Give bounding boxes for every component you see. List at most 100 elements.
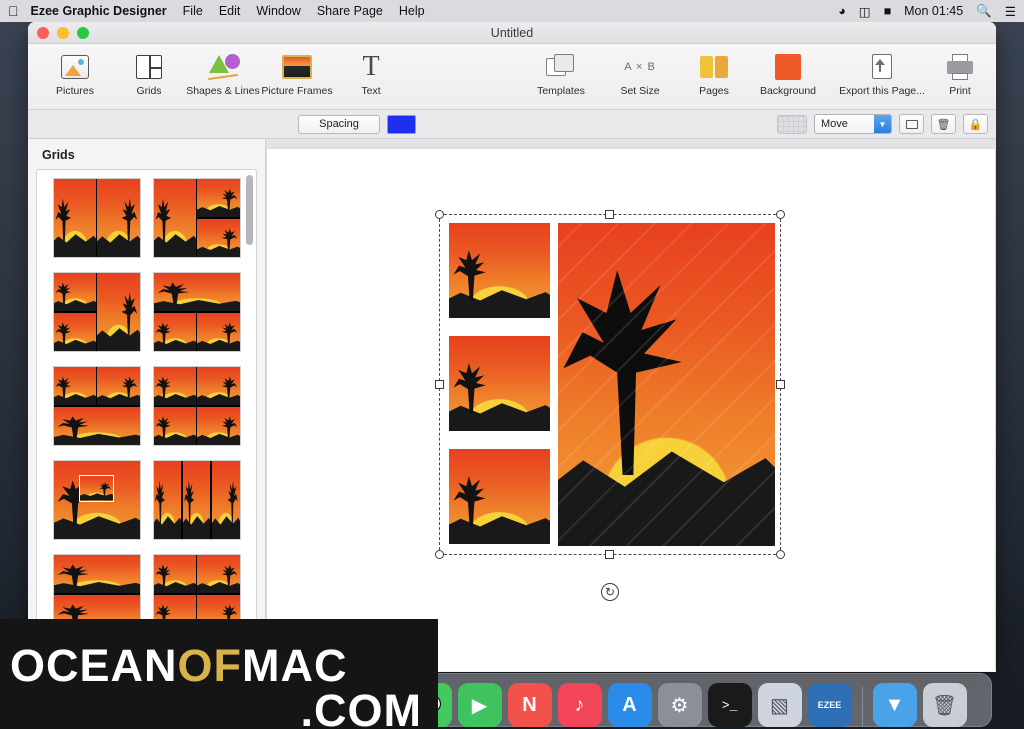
dock-separator <box>861 687 863 727</box>
artwork-cell-1[interactable] <box>449 223 550 318</box>
resize-handle-top-right[interactable] <box>776 210 785 219</box>
siri-icon[interactable]: ◕ <box>838 4 846 18</box>
artwork-cell-2[interactable] <box>449 336 550 431</box>
canvas-area[interactable]: ↻ <box>266 139 996 671</box>
export-icon <box>868 52 896 82</box>
grid-thumb-6[interactable] <box>152 366 241 446</box>
menu-item-help[interactable]: Help <box>399 4 425 18</box>
dock-item-preview[interactable]: ▧ <box>757 683 802 727</box>
selection-bounding-box[interactable]: ↻ <box>435 210 785 601</box>
toolbar-shapes-lines[interactable]: Shapes & Lines <box>186 49 260 97</box>
grid-row <box>47 460 246 540</box>
resize-handle-top-center[interactable] <box>605 210 614 219</box>
dock-item-system-preferences[interactable]: ⚙ <box>657 683 702 727</box>
background-icon <box>775 52 801 82</box>
toolbar-text[interactable]: T Text <box>334 49 408 98</box>
menu-item-file[interactable]: File <box>183 4 203 18</box>
grids-icon <box>136 52 162 82</box>
grid-thumb-8[interactable] <box>152 460 241 540</box>
toolbar-grids[interactable]: Grids <box>112 49 186 97</box>
duplicate-icon[interactable] <box>899 114 924 134</box>
toolbar-pictures-label: Pictures <box>56 85 94 97</box>
grid-thumb-3[interactable] <box>52 272 141 352</box>
spacing-button[interactable]: Spacing <box>298 114 380 134</box>
rotate-icon[interactable]: ↻ <box>601 583 619 601</box>
sidebar-scrollbar[interactable] <box>245 173 254 659</box>
shapes-lines-icon <box>206 52 240 82</box>
toolbar-text-label: Text <box>361 85 381 97</box>
dock-item-music[interactable]: ♪ <box>557 683 602 727</box>
search-icon[interactable]: 🔍 <box>976 4 992 19</box>
picture-frames-icon <box>282 52 312 82</box>
toolbar-shapes-lines-label: Shapes & Lines <box>186 85 260 97</box>
toolbar-background[interactable]: Background <box>751 49 825 97</box>
menu-clock[interactable]: Mon 01:45 <box>904 4 963 18</box>
grid-thumbnail-list <box>37 170 256 662</box>
grid-thumb-5[interactable] <box>52 366 141 446</box>
dock-item-news[interactable]: N <box>507 683 552 727</box>
selection-hatch-overlay <box>558 223 775 546</box>
dock-item-trash[interactable]: 🗑 <box>922 683 967 727</box>
window-body: Grids ↻ <box>28 139 996 671</box>
resize-handle-middle-right[interactable] <box>776 379 785 389</box>
artwork-cell-4[interactable] <box>558 223 775 546</box>
document-page[interactable]: ↻ <box>267 149 995 671</box>
pages-icon <box>700 52 728 82</box>
dock-item-downloads[interactable]: ▼ <box>872 683 917 727</box>
grid-thumb-2[interactable] <box>152 178 241 258</box>
sidebar-title: Grids <box>42 148 75 162</box>
sidebar-scrollbar-thumb[interactable] <box>246 175 253 245</box>
toolbar-picture-frames[interactable]: Picture Frames <box>260 49 334 97</box>
watermark-mac: MAC <box>242 640 348 691</box>
grid-pattern-icon[interactable] <box>777 114 807 134</box>
grid-thumb-4[interactable] <box>152 272 241 352</box>
toolbar-print[interactable]: Print <box>934 49 986 97</box>
dock-item-facetime[interactable]: ▶ <box>457 683 502 727</box>
window-title: Untitled <box>490 25 534 40</box>
toolbar-pictures[interactable]: Pictures <box>38 49 112 97</box>
mode-select[interactable]: Move ▼ <box>814 114 892 134</box>
pictures-icon <box>61 52 89 82</box>
resize-handle-bottom-left[interactable] <box>435 550 444 559</box>
window-titlebar: Untitled <box>28 22 996 44</box>
mode-select-value: Move <box>821 118 848 130</box>
dock-item-ezee-graphic-designer[interactable]: EZEE <box>807 683 852 727</box>
toolbar-set-size[interactable]: A × B Set Size <box>603 49 677 97</box>
grid-row <box>47 178 246 258</box>
grid-thumbnail-scroll[interactable] <box>36 169 257 663</box>
battery-icon[interactable]: ■ <box>884 4 892 18</box>
dock-item-terminal[interactable]: >_ <box>707 683 752 727</box>
control-center-icon[interactable]: ☰ <box>1005 4 1016 19</box>
print-icon <box>945 52 975 82</box>
desktop-root:  Ezee Graphic Designer File Edit Window… <box>0 0 1024 729</box>
dock-item-appstore[interactable]: A <box>607 683 652 727</box>
spacing-color-swatch[interactable] <box>387 114 416 134</box>
display-icon[interactable]: ◫ <box>859 4 871 19</box>
artwork-cell-3[interactable] <box>449 449 550 544</box>
watermark-com: .COM <box>300 685 422 729</box>
grid-thumb-1[interactable] <box>52 178 141 258</box>
menu-item-edit[interactable]: Edit <box>219 4 241 18</box>
grid-row <box>47 272 246 352</box>
grid-thumb-7[interactable] <box>52 460 141 540</box>
toolbar-templates[interactable]: Templates <box>524 49 598 97</box>
grid-row <box>47 366 246 446</box>
menu-app-name[interactable]: Ezee Graphic Designer <box>31 4 167 18</box>
resize-handle-bottom-center[interactable] <box>605 550 614 559</box>
apple-icon[interactable]:  <box>8 4 19 18</box>
toolbar-templates-label: Templates <box>537 85 585 97</box>
toolbar-set-size-label: Set Size <box>620 85 660 97</box>
set-size-icon: A × B <box>624 61 656 73</box>
resize-handle-middle-left[interactable] <box>435 379 444 389</box>
main-toolbar: Pictures Grids Shapes & Lines Picture Fr… <box>28 44 996 110</box>
resize-handle-bottom-right[interactable] <box>776 550 785 559</box>
watermark-overlay: OCEANOFMAC .COM <box>0 619 438 729</box>
toolbar-pages[interactable]: Pages <box>677 49 751 97</box>
app-window: Untitled Pictures Grids Shapes & Lines P… <box>28 22 996 672</box>
lock-icon[interactable]: 🔒 <box>963 114 988 134</box>
menu-item-window[interactable]: Window <box>256 4 300 18</box>
resize-handle-top-left[interactable] <box>435 210 444 219</box>
trash-icon[interactable]: 🗑 <box>931 114 956 134</box>
menu-item-share-page[interactable]: Share Page <box>317 4 383 18</box>
toolbar-export[interactable]: Export this Page... <box>830 49 934 97</box>
